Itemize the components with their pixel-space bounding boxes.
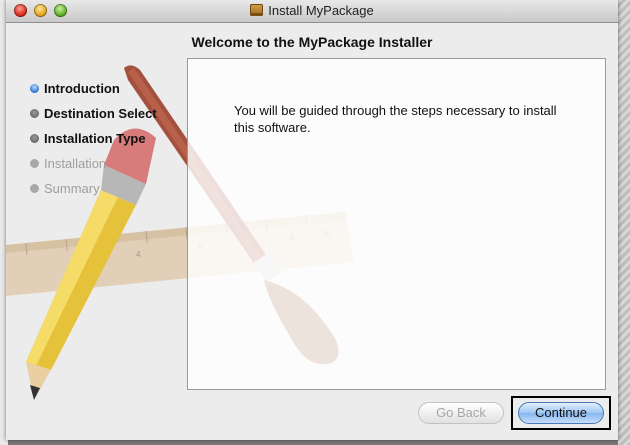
installer-steps: Introduction Destination Select Installa…	[28, 80, 157, 205]
page-heading: Welcome to the MyPackage Installer	[191, 34, 433, 50]
desktop-background-edge	[618, 0, 630, 445]
title-bar[interactable]: Install MyPackage	[6, 0, 618, 23]
step-summary: Summary	[28, 180, 157, 205]
step-label: Destination Select	[44, 106, 157, 121]
step-label: Summary	[44, 181, 100, 196]
step-label: Installation	[44, 156, 107, 171]
step-label: Installation Type	[44, 131, 146, 146]
package-icon	[250, 4, 264, 16]
window-title-text: Install MyPackage	[268, 3, 374, 18]
step-bullet-icon	[30, 134, 39, 143]
disabled-step-bullet-icon	[30, 184, 39, 193]
content-panel: You will be guided through the steps nec…	[187, 58, 606, 390]
step-introduction: Introduction	[28, 80, 157, 105]
continue-button[interactable]: Continue	[518, 402, 604, 424]
window-title: Install MyPackage	[6, 3, 618, 18]
step-installation: Installation	[28, 155, 157, 180]
svg-text:4: 4	[136, 250, 141, 259]
intro-text: You will be guided through the steps nec…	[234, 103, 557, 135]
step-destination-select: Destination Select	[28, 105, 157, 130]
current-step-bullet-icon	[30, 84, 39, 93]
step-installation-type: Installation Type	[28, 130, 157, 155]
step-label: Introduction	[44, 81, 120, 96]
installer-window: 4 6 9 10 Install MyPackage Welcome to th…	[6, 0, 618, 440]
go-back-button[interactable]: Go Back	[418, 402, 504, 424]
disabled-step-bullet-icon	[30, 159, 39, 168]
step-bullet-icon	[30, 109, 39, 118]
